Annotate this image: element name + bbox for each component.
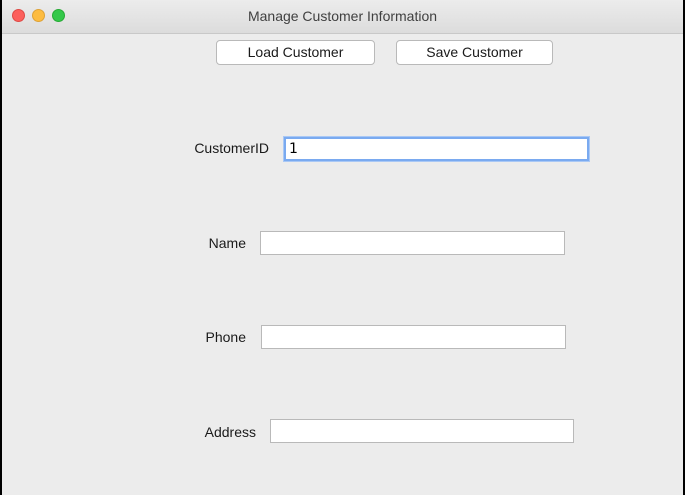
address-label: Address xyxy=(204,424,256,440)
window-title: Manage Customer Information xyxy=(247,8,438,24)
address-field[interactable] xyxy=(270,419,574,443)
save-customer-button[interactable]: Save Customer xyxy=(396,40,553,65)
name-label: Name xyxy=(208,235,246,251)
customer-id-label: CustomerID xyxy=(194,140,269,156)
load-customer-button[interactable]: Load Customer xyxy=(216,40,375,65)
app-window: Manage Customer Information Load Custome… xyxy=(0,0,685,495)
title-bar: Manage Customer Information xyxy=(2,0,683,34)
name-field[interactable] xyxy=(260,231,565,255)
phone-field[interactable] xyxy=(261,325,566,349)
phone-label: Phone xyxy=(205,329,246,345)
customer-id-field[interactable] xyxy=(284,137,589,161)
